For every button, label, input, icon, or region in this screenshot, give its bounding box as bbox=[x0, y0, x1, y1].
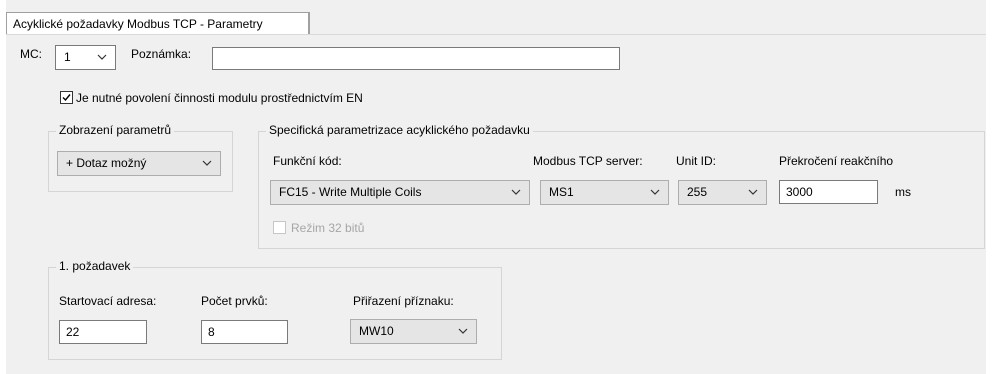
chevron-down-icon bbox=[458, 328, 468, 334]
tab-divider bbox=[309, 12, 310, 34]
timeout-input[interactable]: 3000 bbox=[779, 180, 878, 204]
mc-label: MC: bbox=[20, 47, 42, 61]
tab-strip-line bbox=[6, 34, 986, 35]
chevron-down-icon bbox=[511, 189, 521, 195]
mode32-checkbox[interactable] bbox=[273, 221, 286, 234]
enable-checkbox[interactable] bbox=[60, 91, 73, 104]
request-group-title: 1. požadavek bbox=[56, 258, 134, 274]
server-label: Modbus TCP server: bbox=[533, 154, 643, 168]
flag-label: Přiřazení příznaku: bbox=[353, 294, 454, 308]
enable-checkbox-label: Je nutné povolení činnosti modulu prostř… bbox=[76, 91, 363, 105]
unit-id-value: 255 bbox=[687, 185, 708, 199]
timeout-unit: ms bbox=[895, 185, 911, 199]
unit-id-label: Unit ID: bbox=[676, 154, 717, 168]
checkmark-icon bbox=[62, 94, 71, 102]
timeout-label: Překročení reakčního bbox=[779, 154, 894, 168]
request-group bbox=[48, 267, 502, 360]
mc-select-value: 1 bbox=[64, 50, 71, 64]
server-select[interactable]: MS1 bbox=[540, 180, 669, 205]
function-code-label: Funkční kód: bbox=[273, 154, 342, 168]
chevron-down-icon bbox=[650, 189, 660, 195]
display-params-value: + Dotaz možný bbox=[66, 156, 147, 170]
count-label: Počet prvků: bbox=[201, 294, 268, 308]
function-code-select[interactable]: FC15 - Write Multiple Coils bbox=[270, 180, 530, 205]
chevron-down-icon bbox=[97, 54, 107, 60]
server-value: MS1 bbox=[549, 185, 574, 199]
unit-id-select[interactable]: 255 bbox=[678, 180, 767, 205]
tab-parameters[interactable]: Acyklické požadavky Modbus TCP - Paramet… bbox=[6, 12, 309, 34]
start-address-input[interactable]: 22 bbox=[59, 320, 147, 344]
mc-select[interactable]: 1 bbox=[55, 45, 116, 70]
flag-value: MW10 bbox=[359, 324, 394, 338]
chevron-down-icon bbox=[202, 160, 212, 166]
chevron-down-icon bbox=[748, 189, 758, 195]
display-params-select[interactable]: + Dotaz možný bbox=[57, 151, 221, 176]
mode32-label: Režim 32 bitů bbox=[291, 221, 365, 235]
note-label: Poznámka: bbox=[131, 47, 192, 61]
specific-params-title: Specifická parametrizace acyklického pož… bbox=[266, 122, 533, 138]
count-input[interactable]: 8 bbox=[201, 320, 288, 344]
display-params-title: Zobrazení parametrů bbox=[56, 122, 175, 138]
start-address-label: Startovací adresa: bbox=[59, 294, 157, 308]
function-code-value: FC15 - Write Multiple Coils bbox=[279, 185, 422, 199]
note-input[interactable] bbox=[212, 47, 620, 70]
panel-edge bbox=[986, 0, 988, 374]
flag-select[interactable]: MW10 bbox=[350, 319, 477, 344]
